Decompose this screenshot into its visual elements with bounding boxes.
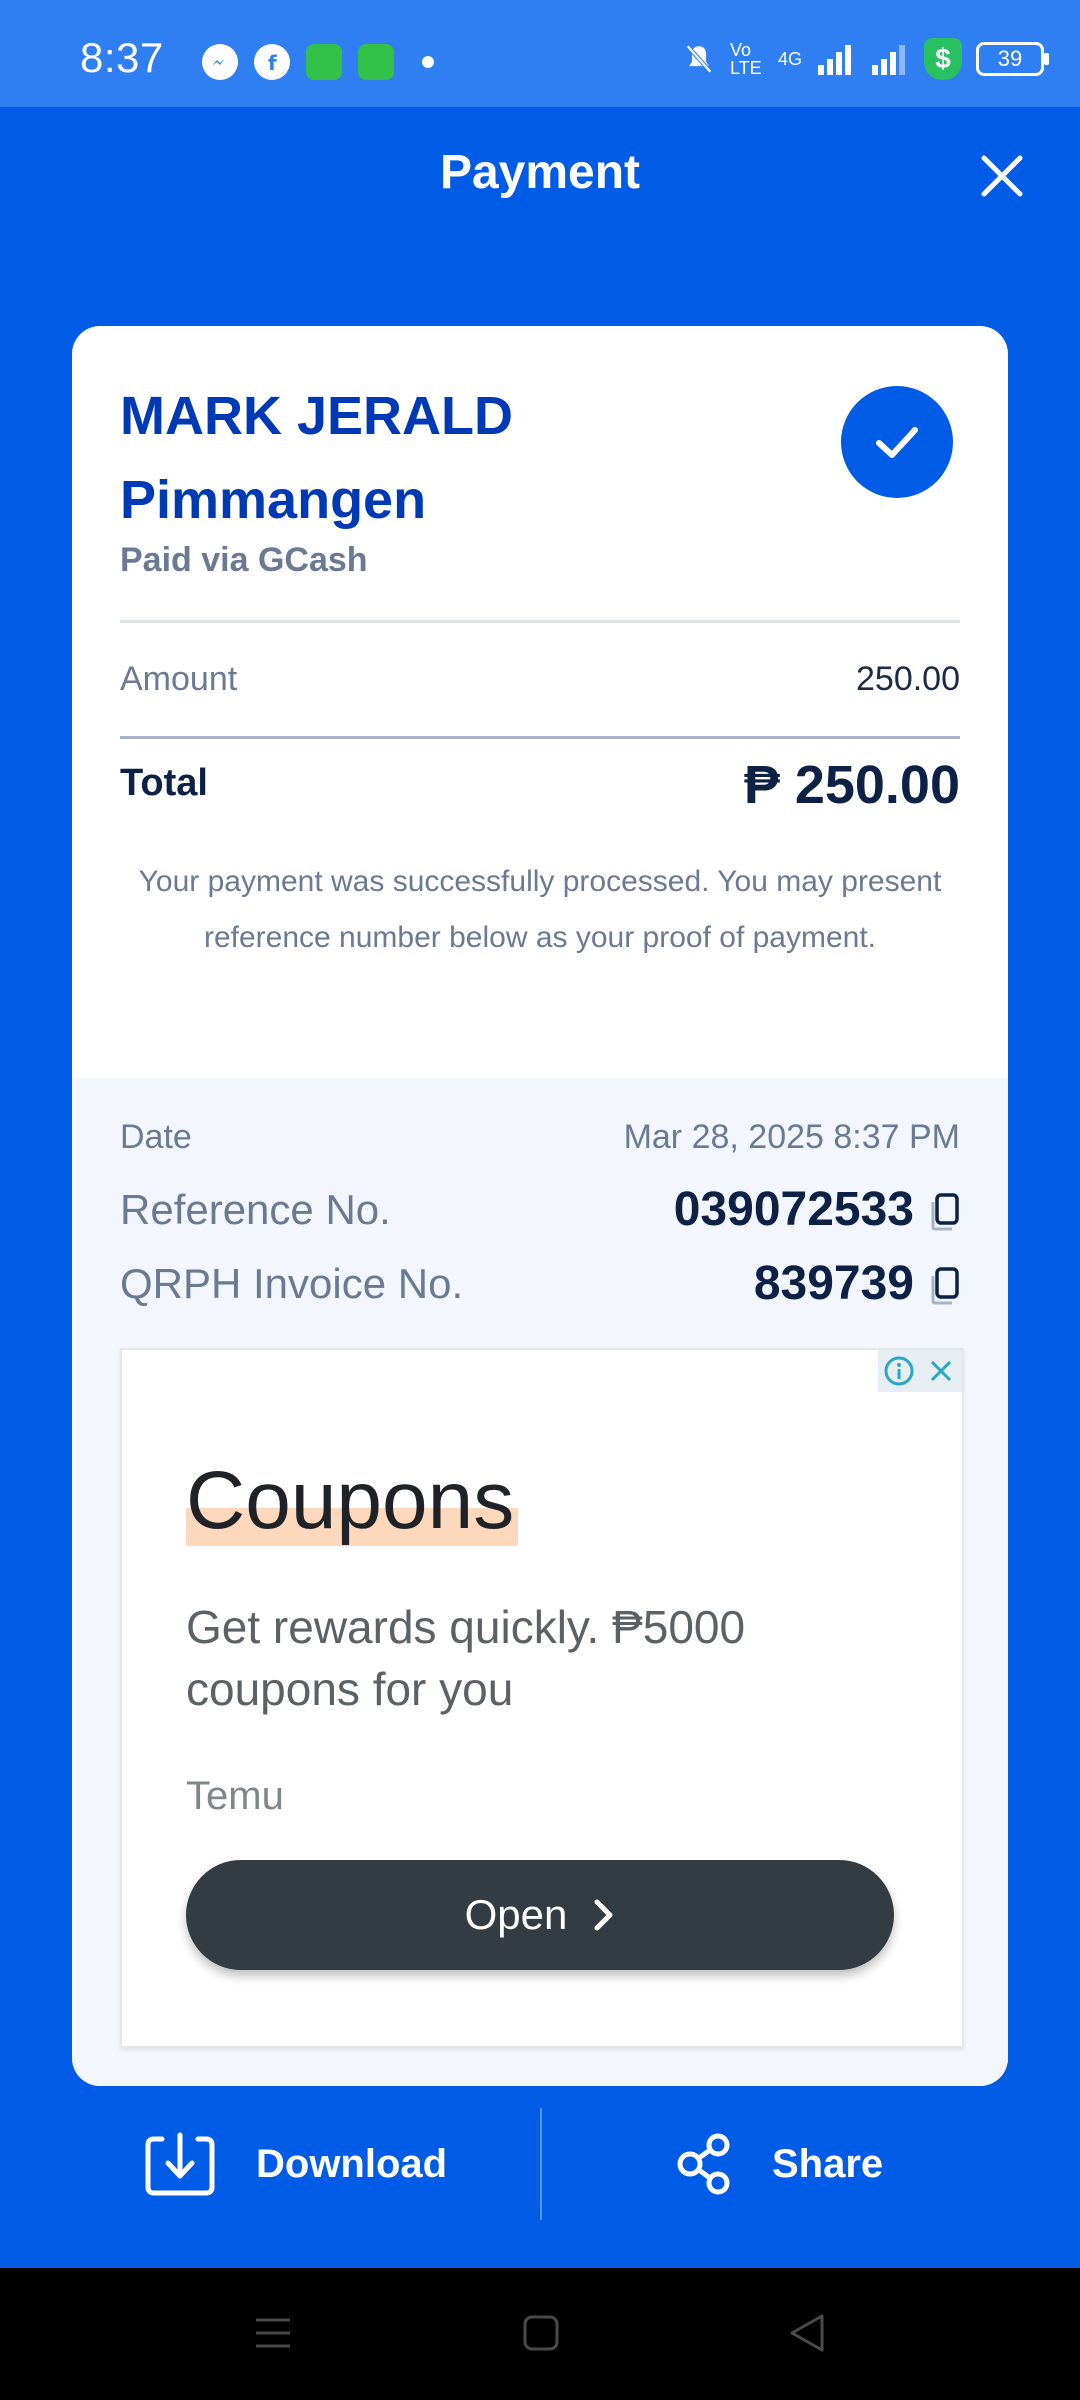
svg-text:f: f: [268, 51, 277, 74]
invoice-value: 839739: [753, 1257, 914, 1310]
recipient-name-line2: Pimmangen: [120, 470, 427, 530]
success-check-icon: [841, 386, 953, 498]
ad-title-wrap: Coupons: [186, 1456, 519, 1546]
date-label: Date: [120, 1118, 192, 1156]
home-icon: [523, 2315, 559, 2351]
confirmation-message: Your payment was successfully processed.…: [138, 865, 942, 954]
ad-info-button[interactable]: [878, 1350, 920, 1392]
upload-notification-icon: [358, 44, 394, 80]
home-button[interactable]: [518, 2310, 564, 2356]
share-icon: [677, 2133, 730, 2195]
reference-label: Reference No.: [120, 1186, 391, 1233]
ad-open-label: Open: [464, 1891, 568, 1938]
copy-invoice-button[interactable]: [928, 1266, 962, 1306]
facebook-icon: f: [254, 44, 290, 80]
share-button[interactable]: Share: [676, 2104, 883, 2224]
battery-level: 39: [997, 46, 1023, 71]
share-label: Share: [772, 2141, 884, 2186]
ad-brand: Temu: [186, 1774, 284, 1818]
download-icon: [145, 2132, 215, 2196]
volte-label: Vo LTE: [729, 40, 762, 78]
invoice-label: QRPH Invoice No.: [120, 1260, 464, 1307]
close-icon: [930, 1360, 952, 1382]
close-button[interactable]: [978, 152, 1026, 200]
navigation-bar: [0, 2268, 1080, 2400]
app-notification-icon: [306, 44, 342, 80]
notification-icons: f: [202, 44, 434, 80]
battery-icon: 39: [976, 42, 1049, 76]
copy-icon: [931, 1267, 959, 1305]
status-time: 8:37: [80, 34, 164, 81]
recipient-name: MARK JERALD Pimmangen: [120, 374, 800, 542]
amount-value: 250.00: [856, 660, 960, 698]
download-label: Download: [256, 2141, 448, 2186]
chevron-right-icon: [594, 1899, 613, 1931]
info-icon: [884, 1356, 914, 1386]
messenger-icon: [202, 44, 238, 80]
copy-icon: [931, 1193, 959, 1231]
receipt-card: MARK JERALD Pimmangen Paid via GCash Amo…: [72, 326, 1008, 2086]
divider: [120, 620, 960, 623]
total-label: Total: [120, 762, 208, 804]
menu-icon: [256, 2318, 290, 2348]
back-icon: [790, 2314, 824, 2352]
more-notifications-dot-icon: [422, 56, 434, 68]
recipient-name-line1: MARK JERALD: [120, 386, 514, 446]
back-button[interactable]: [784, 2310, 830, 2356]
page-title: Payment: [439, 146, 641, 199]
ad-subtitle: Get rewards quickly. ₱5000 coupons for y…: [186, 1601, 746, 1715]
ad-badges: [878, 1350, 962, 1392]
transaction-details: Date Mar 28, 2025 8:37 PM Reference No. …: [72, 1078, 1008, 2086]
network-type: 4G: [777, 48, 802, 69]
reference-value: 039072533: [673, 1183, 914, 1236]
recents-button[interactable]: [250, 2310, 296, 2356]
close-icon: [981, 155, 1023, 197]
payment-method: Paid via GCash: [120, 541, 368, 579]
date-value: Mar 28, 2025 8:37 PM: [623, 1118, 960, 1156]
signal-icon: [818, 45, 851, 75]
money-shield-icon: $: [924, 38, 962, 80]
ad-close-button[interactable]: [920, 1350, 962, 1392]
system-icons: Vo LTE 4G $ 39: [682, 38, 1049, 80]
mute-icon: [686, 44, 712, 74]
status-bar: 8:37 f Vo LTE 4G $ 39: [0, 0, 1080, 107]
ad-open-button[interactable]: Open: [186, 1860, 894, 1970]
ad-title: Coupons: [186, 1456, 519, 1546]
action-divider: [540, 2108, 542, 2220]
ad-banner[interactable]: Coupons Get rewards quickly. ₱5000 coupo…: [120, 1348, 964, 2048]
download-button[interactable]: Download: [144, 2104, 447, 2224]
divider: [120, 736, 960, 739]
signal-2-icon: [872, 45, 905, 75]
copy-reference-button[interactable]: [928, 1192, 962, 1232]
amount-label: Amount: [120, 660, 238, 698]
total-value: ₱ 250.00: [743, 755, 960, 815]
